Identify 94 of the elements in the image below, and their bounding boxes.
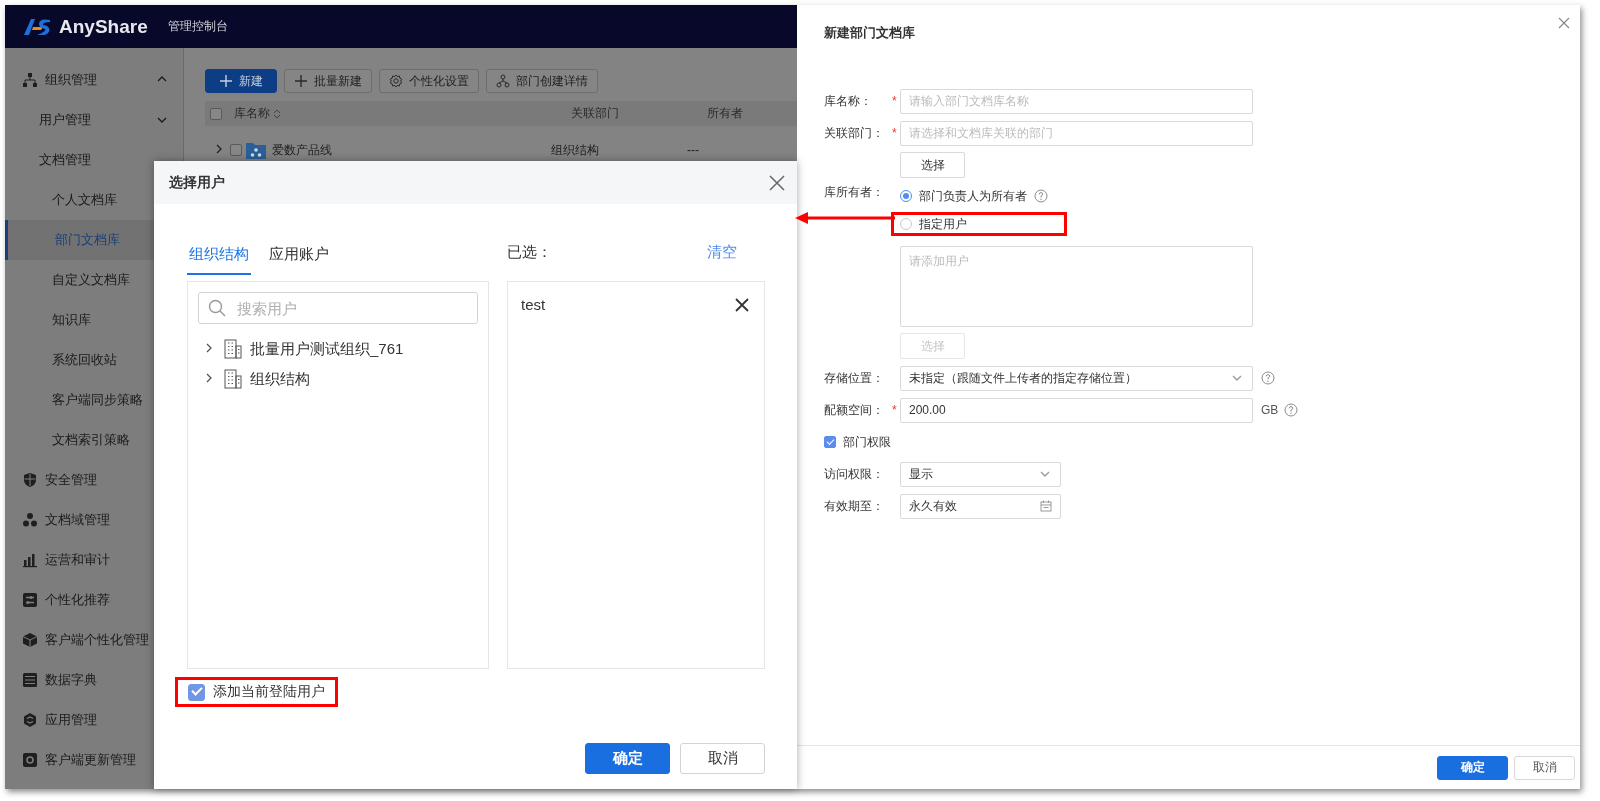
confirm-button[interactable]: 确定 — [1437, 755, 1508, 780]
list-icon — [22, 672, 38, 688]
console-title: 管理控制台 — [167, 18, 228, 35]
help-icon[interactable] — [1261, 371, 1275, 385]
sidebar-item[interactable]: 客户端个性化管理 — [5, 620, 183, 660]
unit-label: GB — [1261, 403, 1279, 417]
selected-user: test — [521, 296, 546, 313]
sidebar-item[interactable]: 组织管理 — [5, 60, 183, 100]
checkbox-option[interactable]: 部门权限 — [824, 433, 891, 451]
circles-icon — [22, 512, 38, 528]
field-label: 存储位置： — [824, 369, 885, 387]
radio-option[interactable]: 部门负责人为所有者 — [900, 185, 1048, 207]
brand-name: AnyShare — [59, 15, 148, 38]
clear-link[interactable]: 清空 — [707, 243, 737, 262]
building-icon — [224, 369, 242, 389]
column-header: 库名称 — [234, 105, 270, 122]
required-mark: * — [892, 403, 897, 417]
column-header: 关联部门 — [571, 105, 619, 122]
search-field[interactable]: 搜索用户 — [198, 292, 478, 324]
sliders-icon — [22, 592, 38, 608]
checkbox-option[interactable]: 添加当前登陆用户 — [188, 683, 325, 701]
sort-icon[interactable] — [273, 107, 281, 120]
table-cell-text: 组织结构 — [551, 141, 600, 159]
checkbox[interactable] — [230, 144, 242, 156]
org-chart-icon — [22, 72, 38, 88]
input-field[interactable]: 请输入部门文档库名称 — [900, 88, 1253, 114]
field-label: 配额空间： — [824, 401, 885, 419]
tree-label: 批量用户测试组织_761 — [250, 339, 404, 359]
checkbox[interactable] — [188, 683, 205, 701]
panel-title: 新建部门文档库 — [823, 25, 915, 42]
radio-label: 指定用户 — [919, 215, 967, 233]
tree-item[interactable]: 批量用户测试组织_761 — [188, 334, 488, 364]
sidebar-item[interactable]: 运营和审计 — [5, 540, 183, 580]
hexagon-icon — [22, 712, 38, 728]
sidebar-item[interactable]: 应用管理 — [5, 700, 183, 740]
remove-button[interactable] — [735, 297, 749, 312]
field-label: 有效期至： — [824, 497, 885, 515]
org-chart-icon — [496, 74, 510, 88]
plus-icon — [294, 74, 308, 88]
sidebar-item[interactable]: 文档域管理 — [5, 500, 183, 540]
help-icon[interactable] — [1284, 403, 1299, 417]
table-cell: 爱数产品线 — [272, 141, 332, 159]
calendar-icon — [1040, 500, 1052, 512]
required-mark: * — [892, 94, 897, 108]
checkbox[interactable] — [210, 107, 222, 120]
field-label: 关联部门： — [824, 124, 885, 142]
bar-chart-icon — [22, 552, 38, 568]
dropdown-field[interactable]: 显示 — [900, 461, 1061, 487]
plus-icon — [219, 74, 233, 88]
column-header: 所有者 — [707, 105, 743, 122]
dialog-title: 选择用户 — [169, 173, 225, 192]
input-field[interactable]: 200.00 — [900, 397, 1253, 423]
sidebar-item[interactable]: 用户管理 — [5, 100, 183, 140]
date-field[interactable]: 永久有效 — [900, 493, 1061, 519]
table-cell: --- — [687, 143, 699, 157]
checkbox-label: 添加当前登陆用户 — [213, 683, 325, 701]
field-label: 访问权限： — [824, 465, 885, 483]
confirm-button[interactable]: 确定 — [585, 743, 670, 774]
cancel-button[interactable]: 取消 — [1514, 755, 1575, 780]
sidebar-item[interactable]: 客户端更新管理 — [5, 740, 183, 780]
user-list-field[interactable]: 请添加用户 — [900, 246, 1253, 327]
radio-label: 部门负责人为所有者 — [919, 187, 1027, 205]
cancel-button[interactable]: 取消 — [680, 743, 765, 774]
search-icon — [208, 299, 226, 317]
close-button[interactable] — [1558, 17, 1570, 29]
tab[interactable]: 组织结构 — [187, 243, 251, 275]
tree-label: 组织结构 — [250, 369, 310, 389]
building-icon — [224, 339, 242, 359]
selected-heading: 已选： — [507, 243, 552, 262]
sidebar-item[interactable]: 安全管理 — [5, 460, 183, 500]
cube-icon — [22, 632, 38, 648]
shield-icon — [22, 472, 38, 488]
checkbox[interactable] — [824, 436, 836, 448]
logo-icon — [23, 17, 51, 36]
field-label: 库名称： — [824, 92, 873, 110]
field-label: 库所有者： — [824, 184, 885, 201]
help-icon[interactable] — [1034, 189, 1048, 203]
toolbar-button[interactable]: 个性化设置 — [379, 69, 479, 93]
sidebar-item[interactable]: 个性化推荐 — [5, 580, 183, 620]
select-button[interactable]: 选择 — [900, 152, 965, 178]
toolbar-button[interactable]: 批量新建 — [284, 69, 372, 93]
settings-icon — [389, 74, 403, 88]
radio-option[interactable]: 指定用户 — [900, 213, 967, 235]
tree-item[interactable]: 组织结构 — [188, 364, 488, 394]
tab[interactable]: 应用账户 — [267, 243, 331, 275]
checkbox-label: 部门权限 — [843, 433, 891, 451]
toolbar-button[interactable]: 新建 — [205, 69, 277, 93]
required-mark: * — [892, 126, 897, 140]
toolbar-button[interactable]: 部门创建详情 — [486, 69, 598, 93]
dropdown-field[interactable]: 未指定（跟随文件上传者的指定存储位置） — [900, 365, 1253, 391]
sidebar-item[interactable]: 数据字典 — [5, 660, 183, 700]
close-button[interactable] — [769, 174, 785, 191]
folder-icon — [246, 141, 266, 159]
input-field[interactable]: 请选择和文档库关联的部门 — [900, 120, 1253, 146]
